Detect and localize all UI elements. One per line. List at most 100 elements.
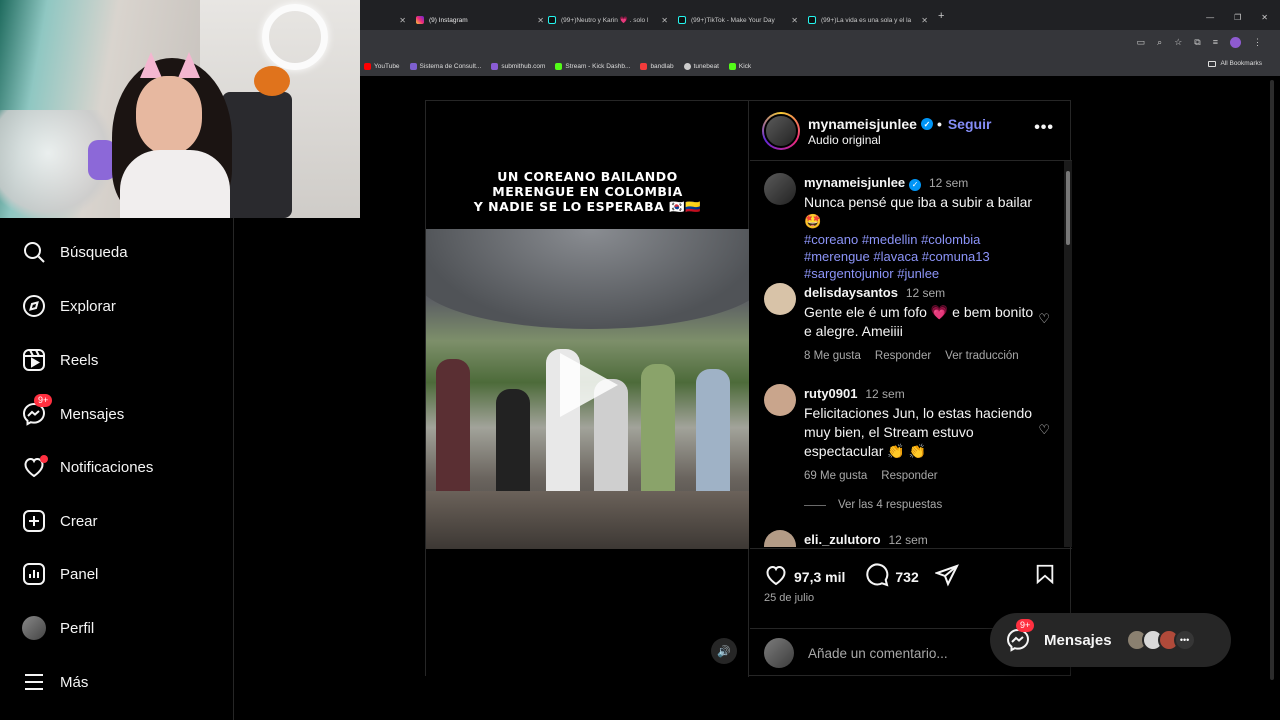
messages-pill[interactable]: 9+ Mensajes •••: [990, 613, 1231, 667]
avatar[interactable]: [764, 283, 796, 315]
comment-item: ruty0901 12 sem Felicitaciones Jun, lo e…: [764, 384, 1060, 484]
compass-icon: [22, 294, 46, 318]
close-tab-icon[interactable]: ✕: [399, 16, 406, 25]
reels-icon: [22, 348, 46, 372]
sidebar-item-panel[interactable]: Panel: [22, 561, 98, 587]
star-icon[interactable]: ☆: [1174, 37, 1182, 48]
close-tab-icon[interactable]: ✕: [661, 16, 668, 25]
comment-username[interactable]: ruty0901: [804, 386, 857, 401]
bookmark-sistema[interactable]: Sistema de Consult...: [409, 62, 481, 70]
sidebar-item-messages[interactable]: 9+ Mensajes: [22, 394, 124, 427]
sidebar-item-explore[interactable]: Explorar: [22, 293, 116, 319]
comment-time: 12 sem: [888, 533, 928, 547]
sidebar-item-label: Explorar: [60, 297, 116, 315]
view-replies-button[interactable]: Ver las 4 respuestas: [804, 499, 942, 511]
sidebar-item-reels[interactable]: Reels: [22, 347, 98, 373]
play-icon[interactable]: [560, 353, 618, 417]
reply-button[interactable]: Responder: [875, 347, 931, 366]
like-comment-icon[interactable]: ♡: [1038, 422, 1050, 438]
translate-button[interactable]: Ver traducción: [945, 347, 1019, 366]
browser-tab-instagram[interactable]: (9) Instagram ✕: [416, 10, 544, 30]
bookmark-youtube[interactable]: YouTube: [364, 62, 400, 70]
comment-icon[interactable]: [865, 563, 889, 590]
sidebar-item-label: Crear: [60, 512, 98, 530]
avatar: [764, 638, 794, 668]
close-window-icon[interactable]: ✕: [1261, 13, 1268, 22]
author-username[interactable]: mynameisjunlee: [808, 116, 917, 132]
sidebar-item-label: Panel: [60, 565, 99, 583]
new-tab-button[interactable]: +: [938, 10, 944, 22]
volume-icon[interactable]: 🔊: [711, 638, 737, 664]
caption-comment: mynameisjunlee ✓ 12 sem Nunca pensé que …: [764, 173, 1060, 281]
kick-icon: [555, 62, 563, 70]
tiktok-icon: [678, 16, 686, 24]
sidebar-item-profile[interactable]: Perfil: [22, 615, 94, 641]
bookmark-submithub[interactable]: submithub.com: [491, 62, 545, 70]
comment-username[interactable]: eli._zulutoro: [804, 532, 881, 547]
reply-button[interactable]: Responder: [881, 467, 937, 486]
sidebar-item-more[interactable]: Más: [22, 669, 88, 695]
comments-scrollbar[interactable]: [1064, 161, 1072, 547]
messages-badge: 9+: [34, 394, 53, 407]
browser-tab-tiktok-1[interactable]: (99+)Neutro y Karin 💗 . solo l ✕: [548, 10, 668, 30]
close-tab-icon[interactable]: ✕: [921, 16, 928, 25]
follow-button[interactable]: Seguir: [948, 116, 992, 132]
chart-icon: [22, 562, 46, 586]
sidebar-item-label: Notificaciones: [60, 458, 154, 476]
tunebeat-icon: [683, 62, 691, 70]
more-options-icon[interactable]: •••: [1034, 119, 1054, 137]
close-tab-icon[interactable]: ✕: [791, 16, 798, 25]
zoom-icon[interactable]: ⌕: [1157, 37, 1162, 48]
submithub-icon: [491, 62, 499, 70]
caption-text: Nunca pensé que iba a subir a bailar 🤩: [804, 194, 1033, 229]
browser-tab-tiktok-3[interactable]: (99+)La vida es una sola y el la ✕: [808, 10, 928, 30]
bookmark-kick-dashboard[interactable]: Stream - Kick Dashb...: [555, 62, 630, 70]
maximize-icon[interactable]: ❐: [1234, 13, 1241, 22]
heart-icon: [22, 455, 48, 479]
bandlab-icon: [640, 62, 648, 70]
sidebar-item-label: Perfil: [60, 619, 95, 637]
hashtags[interactable]: #coreano #medellin #colombia #merengue #…: [804, 231, 1034, 282]
tiktok-icon: [548, 16, 556, 24]
author-avatar[interactable]: [762, 112, 800, 150]
media-controls-icon[interactable]: ≡: [1213, 37, 1218, 48]
bookmark-icon[interactable]: [1034, 562, 1056, 591]
comment-likes[interactable]: 69 Me gusta: [804, 467, 867, 486]
extensions-icon[interactable]: ⧉: [1194, 37, 1200, 48]
cast-icon[interactable]: ▭: [1137, 37, 1146, 48]
youtube-icon: [364, 62, 371, 70]
bookmark-kick[interactable]: Kick: [728, 62, 751, 70]
like-icon[interactable]: [764, 563, 788, 590]
like-comment-icon[interactable]: ♡: [1038, 311, 1050, 327]
all-bookmarks-button[interactable]: All Bookmarks: [1208, 60, 1262, 67]
browser-tab-0[interactable]: ✕: [360, 10, 406, 30]
browser-tab-tiktok-2[interactable]: (99+)TikTok - Make Your Day ✕: [678, 10, 798, 30]
browser-menu-icon[interactable]: ⋮: [1253, 37, 1262, 48]
like-count[interactable]: 97,3 mil: [794, 569, 845, 585]
sidebar-item-search[interactable]: Búsqueda: [22, 239, 128, 265]
bookmark-bandlab[interactable]: bandlab: [640, 62, 674, 70]
video-caption-text: UN COREANO BAILANDO MERENGUE EN COLOMBIA…: [473, 169, 702, 214]
minimize-icon[interactable]: —: [1206, 13, 1214, 22]
comment-count[interactable]: 732: [895, 569, 918, 585]
messenger-icon: 9+: [1006, 619, 1035, 652]
page-scrollbar[interactable]: [1268, 80, 1276, 700]
comment-item: delisdaysantos 12 sem Gente ele é um fof…: [764, 283, 1060, 373]
avatar[interactable]: [764, 173, 796, 205]
audio-link[interactable]: Audio original: [808, 133, 881, 147]
comment-username[interactable]: delisdaysantos: [804, 285, 898, 300]
sidebar-item-notifications[interactable]: Notificaciones: [22, 454, 153, 480]
comment-likes[interactable]: 8 Me gusta: [804, 347, 861, 366]
close-tab-icon[interactable]: ✕: [537, 16, 544, 25]
browser-profile-avatar[interactable]: [1230, 37, 1241, 48]
avatar[interactable]: [764, 384, 796, 416]
sidebar-item-create[interactable]: Crear: [22, 508, 98, 534]
tab-bar: ✕ (9) Instagram ✕ (99+)Neutro y Karin 💗 .…: [360, 10, 1280, 30]
bookmark-tunebeat[interactable]: tunebeat: [683, 62, 719, 70]
verified-badge-icon: ✓: [920, 118, 933, 130]
video-player[interactable]: [426, 229, 749, 549]
share-icon[interactable]: [933, 563, 959, 590]
comment-text: Gente ele é um fofo 💗 e bem bonito e ale…: [804, 304, 1034, 339]
avatar[interactable]: [764, 530, 796, 547]
comment-username[interactable]: mynameisjunlee: [804, 175, 905, 190]
